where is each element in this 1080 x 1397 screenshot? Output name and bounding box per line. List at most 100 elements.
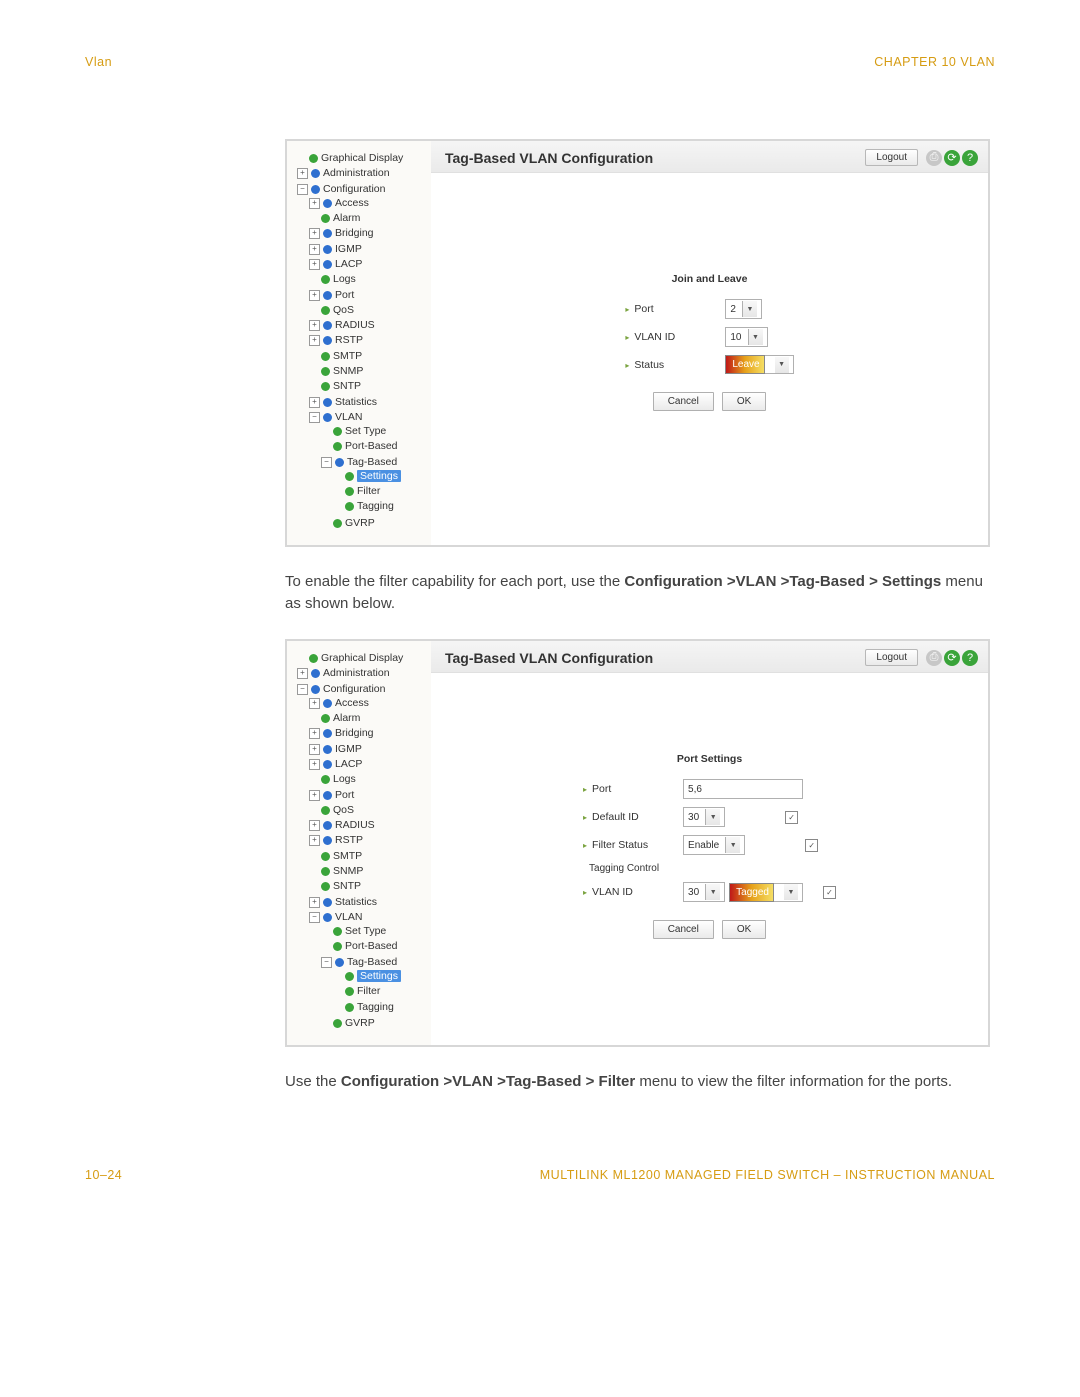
expander-icon[interactable]: +	[309, 744, 320, 755]
status-select[interactable]: Leave	[725, 355, 764, 374]
tree-qos[interactable]: QoS	[333, 304, 354, 316]
vlanid-tag-select[interactable]: Tagged	[729, 883, 774, 902]
tree-snmp[interactable]: SNMP	[333, 865, 363, 877]
refresh-icon[interactable]: ⟳	[944, 650, 960, 666]
tree-lacp[interactable]: LACP	[335, 258, 362, 270]
defaultid-checkbox[interactable]: ✓	[785, 811, 798, 824]
vlanid-checkbox[interactable]: ✓	[823, 886, 836, 899]
cancel-button[interactable]: Cancel	[653, 392, 714, 411]
tree-filter[interactable]: Filter	[357, 485, 380, 497]
expander-icon[interactable]: +	[309, 759, 320, 770]
filterstatus-select[interactable]: Enable▼	[683, 835, 745, 855]
panel-header: Tag-Based VLAN Configuration Logout ⎙ ⟳ …	[431, 641, 988, 673]
expander-icon[interactable]: −	[321, 457, 332, 468]
tree-stats[interactable]: Statistics	[335, 896, 377, 908]
vlanid-select[interactable]: 10▼	[725, 327, 767, 347]
tree-config[interactable]: Configuration	[323, 683, 385, 695]
cancel-button[interactable]: Cancel	[653, 920, 714, 939]
tree-tagging[interactable]: Tagging	[357, 500, 394, 512]
tree-portbased[interactable]: Port-Based	[345, 940, 398, 952]
tree-radius[interactable]: RADIUS	[335, 819, 375, 831]
tree-portbased[interactable]: Port-Based	[345, 440, 398, 452]
tree-sntp[interactable]: SNTP	[333, 380, 361, 392]
tree-radius[interactable]: RADIUS	[335, 319, 375, 331]
tree-settype[interactable]: Set Type	[345, 425, 386, 437]
ok-button[interactable]: OK	[722, 920, 766, 939]
tree-filter[interactable]: Filter	[357, 985, 380, 997]
tree-port[interactable]: Port	[335, 789, 354, 801]
tree-smtp[interactable]: SMTP	[333, 350, 362, 362]
tree-alarm[interactable]: Alarm	[333, 712, 360, 724]
tree-tagging[interactable]: Tagging	[357, 1001, 394, 1013]
logout-button[interactable]: Logout	[865, 649, 918, 666]
expander-icon[interactable]: +	[309, 728, 320, 739]
tree-access[interactable]: Access	[335, 197, 369, 209]
tree-sntp[interactable]: SNTP	[333, 880, 361, 892]
tree-graphical[interactable]: Graphical Display	[321, 652, 403, 664]
tree-rstp[interactable]: RSTP	[335, 334, 363, 346]
expander-icon[interactable]: +	[309, 198, 320, 209]
expander-icon[interactable]: −	[297, 184, 308, 195]
tree-smtp[interactable]: SMTP	[333, 850, 362, 862]
tree-settype[interactable]: Set Type	[345, 925, 386, 937]
nav-tree[interactable]: Graphical Display + Administration − Confi…	[287, 141, 431, 545]
tree-settings[interactable]: Settings	[357, 970, 401, 982]
expander-icon[interactable]: +	[309, 290, 320, 301]
tree-admin[interactable]: Administration	[323, 167, 390, 179]
logout-button[interactable]: Logout	[865, 149, 918, 166]
tree-qos[interactable]: QoS	[333, 804, 354, 816]
tree-settings[interactable]: Settings	[357, 470, 401, 482]
tree-bridging[interactable]: Bridging	[335, 227, 374, 239]
help-icon[interactable]: ?	[962, 650, 978, 666]
port-select[interactable]: 2▼	[725, 299, 762, 319]
nav-tree[interactable]: Graphical Display + Administration − Confi…	[287, 641, 431, 1045]
expander-icon[interactable]: +	[309, 698, 320, 709]
tree-gvrp[interactable]: GVRP	[345, 517, 375, 529]
port-input[interactable]: 5,6	[683, 779, 803, 799]
tree-tagbased[interactable]: Tag-Based	[347, 956, 397, 968]
refresh-icon[interactable]: ⟳	[944, 150, 960, 166]
print-icon[interactable]: ⎙	[926, 650, 942, 666]
expander-icon[interactable]: +	[309, 397, 320, 408]
expander-icon[interactable]: +	[309, 228, 320, 239]
tree-bridging[interactable]: Bridging	[335, 727, 374, 739]
expander-icon[interactable]: +	[309, 335, 320, 346]
tree-lacp[interactable]: LACP	[335, 758, 362, 770]
tree-igmp[interactable]: IGMP	[335, 243, 362, 255]
expander-icon[interactable]: +	[309, 790, 320, 801]
tree-vlan[interactable]: VLAN	[335, 411, 362, 423]
expander-icon[interactable]: +	[309, 835, 320, 846]
tree-graphical[interactable]: Graphical Display	[321, 152, 403, 164]
tree-snmp[interactable]: SNMP	[333, 365, 363, 377]
vlanid-select[interactable]: 30▼	[683, 882, 725, 902]
help-icon[interactable]: ?	[962, 150, 978, 166]
tree-logs[interactable]: Logs	[333, 273, 356, 285]
tree-port[interactable]: Port	[335, 289, 354, 301]
expander-icon[interactable]: +	[309, 897, 320, 908]
tree-tagbased[interactable]: Tag-Based	[347, 456, 397, 468]
tree-rstp[interactable]: RSTP	[335, 834, 363, 846]
tree-logs[interactable]: Logs	[333, 773, 356, 785]
tree-vlan[interactable]: VLAN	[335, 911, 362, 923]
print-icon[interactable]: ⎙	[926, 150, 942, 166]
ok-button[interactable]: OK	[722, 392, 766, 411]
defaultid-select[interactable]: 30▼	[683, 807, 725, 827]
tree-admin[interactable]: Administration	[323, 667, 390, 679]
expander-icon[interactable]: −	[297, 684, 308, 695]
expander-icon[interactable]: +	[309, 244, 320, 255]
expander-icon[interactable]: +	[309, 820, 320, 831]
tree-gvrp[interactable]: GVRP	[345, 1017, 375, 1029]
expander-icon[interactable]: +	[309, 320, 320, 331]
filterstatus-checkbox[interactable]: ✓	[805, 839, 818, 852]
tree-alarm[interactable]: Alarm	[333, 212, 360, 224]
expander-icon[interactable]: +	[297, 668, 308, 679]
expander-icon[interactable]: −	[309, 412, 320, 423]
expander-icon[interactable]: −	[321, 957, 332, 968]
expander-icon[interactable]: +	[297, 168, 308, 179]
expander-icon[interactable]: +	[309, 259, 320, 270]
tree-config[interactable]: Configuration	[323, 183, 385, 195]
expander-icon[interactable]: −	[309, 912, 320, 923]
tree-igmp[interactable]: IGMP	[335, 743, 362, 755]
tree-stats[interactable]: Statistics	[335, 396, 377, 408]
tree-access[interactable]: Access	[335, 697, 369, 709]
